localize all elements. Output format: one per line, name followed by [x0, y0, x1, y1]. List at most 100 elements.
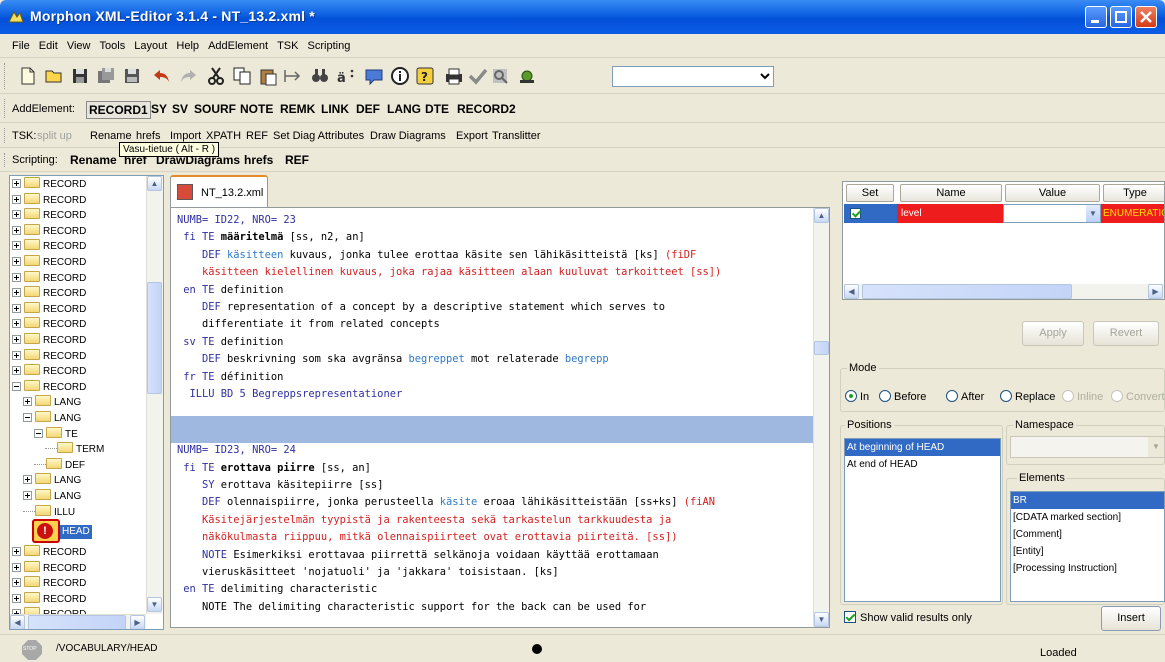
info-icon[interactable] [390, 66, 410, 86]
tree-node[interactable]: DEF [34, 457, 85, 472]
expand-icon[interactable] [23, 475, 32, 485]
expand-icon[interactable] [12, 194, 21, 204]
stop-icon[interactable] [22, 640, 42, 660]
menu-edit[interactable]: Edit [36, 34, 61, 52]
tsk-set-diag-attributes-button[interactable]: Set Diag Attributes [273, 130, 364, 142]
add-def-button[interactable]: DEF [354, 101, 382, 117]
document-tree[interactable]: RECORD RECORD RECORD RECORD RECORD RECORD RECO… [9, 175, 164, 630]
scroll-thumb[interactable] [28, 615, 126, 629]
tsk-rename-button[interactable]: Rename [90, 130, 132, 142]
editor-view[interactable]: NUMB= ID22, NRO= 23 fi TE määritelmä [ss… [170, 207, 830, 628]
collapse-icon[interactable] [34, 428, 43, 438]
list-item[interactable]: [Processing Instruction] [1011, 560, 1164, 577]
expand-icon[interactable] [12, 335, 21, 344]
add-record1-button[interactable]: RECORD1 [86, 101, 151, 119]
tree-node[interactable]: RECORD [12, 223, 86, 238]
cut-icon[interactable] [206, 66, 226, 86]
save-icon[interactable] [70, 66, 90, 86]
tree-node[interactable]: RECORD [12, 348, 86, 363]
script-ref-button[interactable]: REF [285, 153, 309, 167]
expand-icon[interactable] [12, 257, 21, 266]
expand-icon[interactable] [12, 303, 21, 313]
maximize-button[interactable] [1110, 6, 1132, 28]
toolbar-combo[interactable] [612, 66, 774, 87]
tree-node[interactable]: RECORD [12, 560, 86, 575]
menu-tools[interactable]: Tools [97, 34, 129, 52]
menu-tsk[interactable]: TSK [274, 34, 301, 52]
expand-icon[interactable] [12, 593, 21, 603]
check-icon[interactable] [468, 66, 488, 86]
tree-node[interactable]: ILLU [23, 504, 75, 519]
expand-icon[interactable] [12, 562, 21, 572]
tree-node[interactable]: RECORD [12, 591, 86, 606]
split-icon[interactable] [282, 66, 302, 86]
positions-list[interactable]: At beginning of HEAD At end of HEAD [844, 438, 1001, 602]
scroll-thumb[interactable] [814, 341, 829, 355]
preview-icon[interactable] [490, 66, 510, 86]
tree-horizontal-scrollbar[interactable]: ◀ ▶ [10, 614, 146, 629]
paste-icon[interactable] [258, 66, 278, 86]
elements-list[interactable]: BR [CDATA marked section] [Comment] [Ent… [1010, 491, 1165, 602]
menu-help[interactable]: Help [173, 34, 202, 52]
help-icon[interactable]: ? [415, 66, 435, 86]
title-bar[interactable]: Morphon XML-Editor 3.1.4 - NT_13.2.xml * [0, 0, 1165, 34]
expand-icon[interactable] [12, 578, 21, 588]
apply-button[interactable]: Apply [1022, 321, 1084, 346]
tsk-export-button[interactable]: Export [456, 130, 488, 142]
list-item[interactable]: BR [1011, 492, 1164, 509]
tree-node[interactable]: RECORD [12, 270, 86, 285]
menu-addelement[interactable]: AddElement [205, 34, 271, 52]
redo-icon[interactable] [178, 66, 198, 86]
tree-vertical-scrollbar[interactable]: ▲ ▼ [146, 176, 163, 614]
undo-icon[interactable] [152, 66, 172, 86]
chevron-down-icon[interactable]: ▼ [1086, 205, 1100, 222]
list-item[interactable]: At end of HEAD [845, 456, 1000, 473]
tree-node[interactable]: RECORD [12, 239, 86, 253]
scroll-left-icon[interactable]: ◀ [10, 615, 25, 629]
expand-icon[interactable] [12, 288, 21, 298]
set-checkbox[interactable] [850, 208, 861, 219]
attribute-horizontal-scrollbar[interactable]: ◀ ▶ [844, 284, 1164, 299]
find-icon[interactable] [310, 66, 330, 86]
add-record2-button[interactable]: RECORD2 [455, 101, 518, 117]
mode-after-radio[interactable]: After [946, 390, 984, 404]
tree-node[interactable]: RECORD [12, 545, 86, 559]
add-dte-button[interactable]: DTE [423, 101, 451, 117]
tree-node[interactable]: RECORD [12, 255, 86, 269]
new-file-icon[interactable] [18, 66, 38, 86]
collapse-icon[interactable] [23, 413, 32, 422]
open-folder-icon[interactable] [44, 66, 64, 86]
menu-view[interactable]: View [64, 34, 94, 52]
replace-icon[interactable]: ä [336, 66, 356, 86]
tsk-import-button[interactable]: Import [170, 130, 201, 142]
editor-tab[interactable]: NT_13.2.xml [170, 175, 268, 207]
menu-scripting[interactable]: Scripting [305, 34, 354, 52]
list-item[interactable]: [Entity] [1011, 543, 1164, 560]
tree-node[interactable]: LANG [23, 395, 81, 409]
scroll-right-icon[interactable]: ▶ [130, 615, 145, 629]
validate-icon[interactable] [364, 66, 384, 86]
menu-file[interactable]: File [0, 34, 33, 52]
column-header-value[interactable]: Value [1005, 184, 1100, 202]
mode-before-radio[interactable]: Before [879, 390, 926, 404]
code-area[interactable]: NUMB= ID22, NRO= 23 fi TE määritelmä [ss… [171, 208, 813, 627]
tree-icon[interactable] [518, 66, 538, 86]
add-lang-button[interactable]: LANG [385, 101, 423, 117]
scroll-up-icon[interactable]: ▲ [814, 208, 829, 223]
list-item[interactable]: [CDATA marked section] [1011, 509, 1164, 526]
copy-icon[interactable] [232, 66, 252, 86]
set-cell[interactable] [844, 204, 897, 223]
tsk-hrefs-button[interactable]: hrefs [136, 130, 160, 142]
editor-vertical-scrollbar[interactable]: ▲ ▼ [813, 208, 829, 627]
scroll-thumb[interactable] [147, 282, 162, 394]
expand-icon[interactable] [23, 491, 32, 500]
scroll-up-icon[interactable]: ▲ [147, 176, 162, 191]
add-sy-button[interactable]: SY [149, 101, 169, 117]
insert-button[interactable]: Insert [1101, 606, 1161, 631]
value-combo[interactable]: ▼ [1003, 204, 1101, 223]
add-sourf-button[interactable]: SOURF [192, 101, 238, 117]
add-sv-button[interactable]: SV [170, 101, 190, 117]
tree-node[interactable]: RECORD [12, 208, 86, 222]
revert-button[interactable]: Revert [1093, 321, 1159, 346]
expand-icon[interactable] [23, 397, 32, 407]
